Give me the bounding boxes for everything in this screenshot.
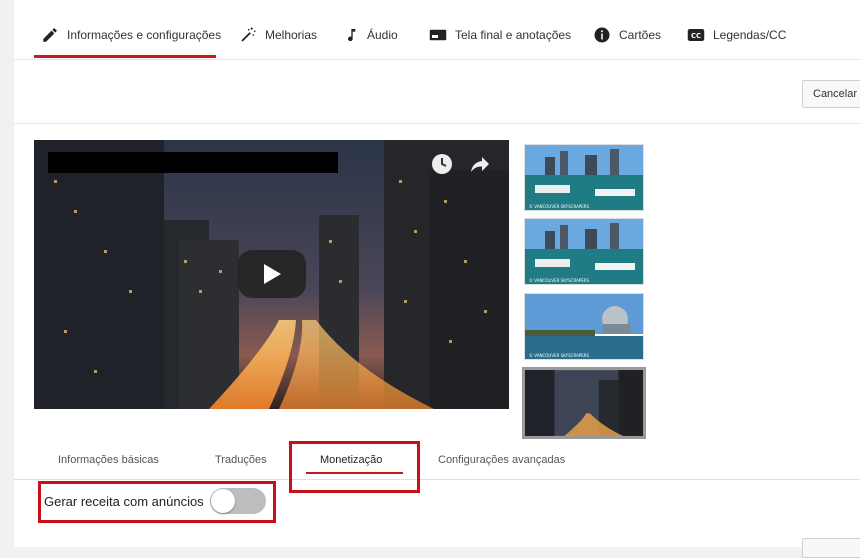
tab-audio[interactable]: Áudio — [340, 22, 398, 48]
ads-revenue-toggle[interactable] — [210, 488, 266, 514]
tab-advanced-settings[interactable]: Configurações avançadas — [438, 454, 565, 466]
info-icon — [592, 25, 612, 45]
tab-subtitles[interactable]: CC Legendas/CC — [686, 22, 786, 48]
play-button[interactable] — [238, 250, 306, 298]
play-icon — [264, 264, 281, 284]
tab-info-settings[interactable]: Informações e configurações — [40, 22, 221, 48]
clock-icon[interactable] — [430, 152, 456, 178]
tab-label: Tela final e anotações — [455, 28, 572, 42]
tab-enhancements[interactable]: Melhorias — [238, 22, 317, 48]
tab-basic-info[interactable]: Informações básicas — [58, 454, 159, 466]
thumbnail-caption: © VANCOUVER SKYSCRAPERS — [529, 353, 590, 358]
thumbnail-option-1[interactable]: © VANCOUVER SKYSCRAPERS — [524, 144, 644, 211]
tab-end-screen[interactable]: Tela final e anotações — [428, 22, 571, 48]
toggle-knob — [211, 489, 235, 513]
video-title-redacted — [48, 152, 338, 173]
tab-label: Informações e configurações — [67, 28, 222, 42]
tab-label: Cartões — [619, 28, 662, 42]
active-tab-indicator — [34, 55, 216, 58]
share-icon[interactable] — [468, 152, 494, 178]
details-tab-bar: Informações básicas Traduções Monetizaçã… — [14, 440, 860, 480]
highlight-box-monetization — [289, 441, 420, 493]
divider — [14, 123, 860, 124]
pencil-icon — [40, 25, 60, 45]
video-player[interactable] — [34, 140, 509, 409]
music-note-icon — [340, 25, 360, 45]
tab-label: Legendas/CC — [713, 28, 787, 42]
magic-wand-icon — [238, 25, 258, 45]
revenue-toggle-label: Gerar receita com anúncios — [44, 494, 204, 509]
video-editor-page: Informações e configurações Melhorias Áu… — [14, 0, 860, 558]
thumbnail-option-3[interactable]: © VANCOUVER SKYSCRAPERS — [524, 293, 644, 360]
cc-icon: CC — [686, 25, 706, 45]
tab-translations[interactable]: Traduções — [215, 454, 267, 466]
tab-label: Áudio — [367, 28, 398, 42]
top-tab-bar: Informações e configurações Melhorias Áu… — [14, 0, 860, 60]
thumbnail-option-4-selected[interactable] — [522, 367, 646, 439]
svg-text:CC: CC — [691, 32, 701, 40]
thumbnail-option-2[interactable]: © VANCOUVER SKYSCRAPERS — [524, 218, 644, 285]
thumbnail-caption: © VANCOUVER SKYSCRAPERS — [529, 204, 590, 209]
bottom-action-button[interactable] — [802, 538, 860, 558]
end-screen-icon — [428, 25, 448, 45]
cancel-button[interactable]: Cancelar — [802, 80, 860, 108]
thumbnail-caption: © VANCOUVER SKYSCRAPERS — [529, 278, 590, 283]
tab-label: Melhorias — [265, 28, 318, 42]
tab-cards[interactable]: Cartões — [592, 22, 661, 48]
